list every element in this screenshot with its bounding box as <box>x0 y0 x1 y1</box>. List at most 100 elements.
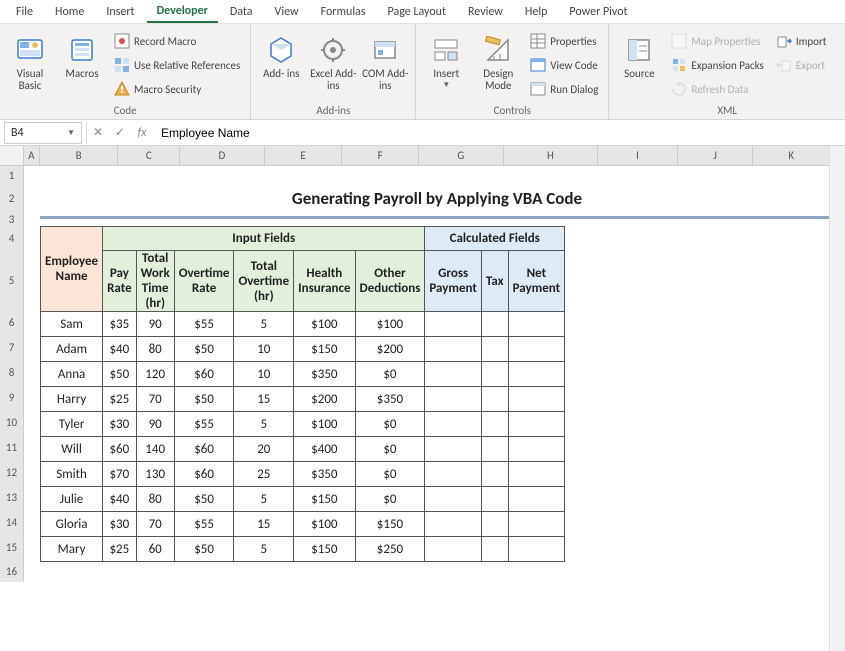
cell[interactable]: $50 <box>174 337 234 362</box>
menu-developer[interactable]: Developer <box>147 1 218 23</box>
view-code-button[interactable]: View Code <box>526 54 602 76</box>
cell[interactable]: Smith <box>41 462 103 487</box>
cell[interactable] <box>425 512 482 537</box>
cell[interactable]: $55 <box>174 512 234 537</box>
cell[interactable]: $35 <box>103 312 137 337</box>
cell[interactable] <box>508 362 564 387</box>
cell[interactable]: $50 <box>174 387 234 412</box>
cell[interactable] <box>481 362 508 387</box>
cell[interactable]: $150 <box>355 512 425 537</box>
row-head-9[interactable]: 9 <box>0 385 24 410</box>
row-head-1[interactable]: 1 <box>0 166 24 184</box>
row-head-8[interactable]: 8 <box>0 360 24 385</box>
macro-security-button[interactable]: Macro Security <box>110 78 244 100</box>
cell[interactable]: $30 <box>103 512 137 537</box>
cell[interactable]: 5 <box>234 412 294 437</box>
cell[interactable]: $350 <box>294 462 355 487</box>
col-head-J[interactable]: J <box>678 146 754 165</box>
cell[interactable] <box>481 312 508 337</box>
cell[interactable]: 70 <box>136 512 174 537</box>
cell[interactable]: $25 <box>103 387 137 412</box>
com-addins-button[interactable]: COM Add-ins <box>361 30 409 102</box>
cell[interactable] <box>425 462 482 487</box>
col-head-D[interactable]: D <box>180 146 265 165</box>
source-button[interactable]: Source <box>615 30 663 102</box>
col-head-C[interactable]: C <box>118 146 180 165</box>
th-total-ot[interactable]: Total Overtime (hr) <box>234 251 294 312</box>
select-all-corner[interactable] <box>0 146 24 165</box>
cell[interactable] <box>508 537 564 562</box>
properties-button[interactable]: Properties <box>526 30 602 52</box>
col-head-I[interactable]: I <box>598 146 678 165</box>
cell[interactable]: $70 <box>103 462 137 487</box>
col-head-K[interactable]: K <box>753 146 830 165</box>
macros-button[interactable]: Macros <box>58 30 106 102</box>
menu-file[interactable]: File <box>6 2 43 22</box>
row-head-6[interactable]: 6 <box>0 310 24 335</box>
cell[interactable] <box>425 487 482 512</box>
cell[interactable] <box>481 512 508 537</box>
chevron-down-icon[interactable]: ▼ <box>67 128 75 138</box>
menu-data[interactable]: Data <box>220 2 263 22</box>
cell[interactable] <box>481 387 508 412</box>
cell[interactable] <box>425 337 482 362</box>
cell[interactable]: $100 <box>294 412 355 437</box>
cell[interactable]: Harry <box>41 387 103 412</box>
row-head-7[interactable]: 7 <box>0 335 24 360</box>
menu-page-layout[interactable]: Page Layout <box>378 2 456 22</box>
cell[interactable] <box>425 312 482 337</box>
th-calc-fields[interactable]: Calculated Fields <box>425 227 565 251</box>
cell[interactable]: $60 <box>174 462 234 487</box>
col-head-F[interactable]: F <box>342 146 419 165</box>
th-pay-rate[interactable]: Pay Rate <box>103 251 137 312</box>
cell[interactable]: 10 <box>234 337 294 362</box>
cell[interactable]: 60 <box>136 537 174 562</box>
addins-button[interactable]: Add- ins <box>257 30 305 102</box>
cell[interactable]: $0 <box>355 487 425 512</box>
cell[interactable]: Mary <box>41 537 103 562</box>
cell[interactable] <box>508 312 564 337</box>
record-macro-button[interactable]: Record Macro <box>110 30 244 52</box>
cell[interactable]: 5 <box>234 312 294 337</box>
cell[interactable]: $55 <box>174 312 234 337</box>
cell[interactable]: $350 <box>294 362 355 387</box>
cell[interactable] <box>425 437 482 462</box>
cell[interactable]: Sam <box>41 312 103 337</box>
cell[interactable]: $100 <box>294 512 355 537</box>
menu-help[interactable]: Help <box>515 2 558 22</box>
menu-power-pivot[interactable]: Power Pivot <box>559 2 637 22</box>
cell[interactable] <box>508 487 564 512</box>
cell[interactable] <box>508 512 564 537</box>
cell[interactable]: $60 <box>103 437 137 462</box>
cell[interactable]: $200 <box>294 387 355 412</box>
th-tax[interactable]: Tax <box>481 251 508 312</box>
cell[interactable]: $55 <box>174 412 234 437</box>
cell[interactable]: $60 <box>174 362 234 387</box>
cell[interactable]: 5 <box>234 487 294 512</box>
cell[interactable]: $30 <box>103 412 137 437</box>
fx-button[interactable]: fx <box>131 122 153 144</box>
cell[interactable]: $400 <box>294 437 355 462</box>
cell[interactable]: $100 <box>355 312 425 337</box>
row-head-14[interactable]: 14 <box>0 510 24 535</box>
menu-review[interactable]: Review <box>458 2 513 22</box>
insert-control-button[interactable]: Insert ▼ <box>422 30 470 102</box>
menu-home[interactable]: Home <box>45 2 94 22</box>
cell[interactable]: 15 <box>234 512 294 537</box>
col-head-E[interactable]: E <box>265 146 343 165</box>
cell[interactable]: Tyler <box>41 412 103 437</box>
th-total-work[interactable]: Total Work Time (hr) <box>136 251 174 312</box>
cell[interactable]: $0 <box>355 362 425 387</box>
name-box[interactable]: B4 ▼ <box>4 122 82 144</box>
grid-canvas[interactable]: Generating Payroll by Applying VBA Code … <box>24 166 845 582</box>
cell[interactable] <box>425 537 482 562</box>
cell[interactable] <box>481 537 508 562</box>
cell[interactable] <box>508 337 564 362</box>
cell[interactable]: $100 <box>294 312 355 337</box>
th-ot-rate[interactable]: Overtime Rate <box>174 251 234 312</box>
menu-formulas[interactable]: Formulas <box>311 2 376 22</box>
th-gross[interactable]: Gross Payment <box>425 251 482 312</box>
cell[interactable]: $200 <box>355 337 425 362</box>
cell[interactable] <box>508 462 564 487</box>
cell[interactable]: 25 <box>234 462 294 487</box>
